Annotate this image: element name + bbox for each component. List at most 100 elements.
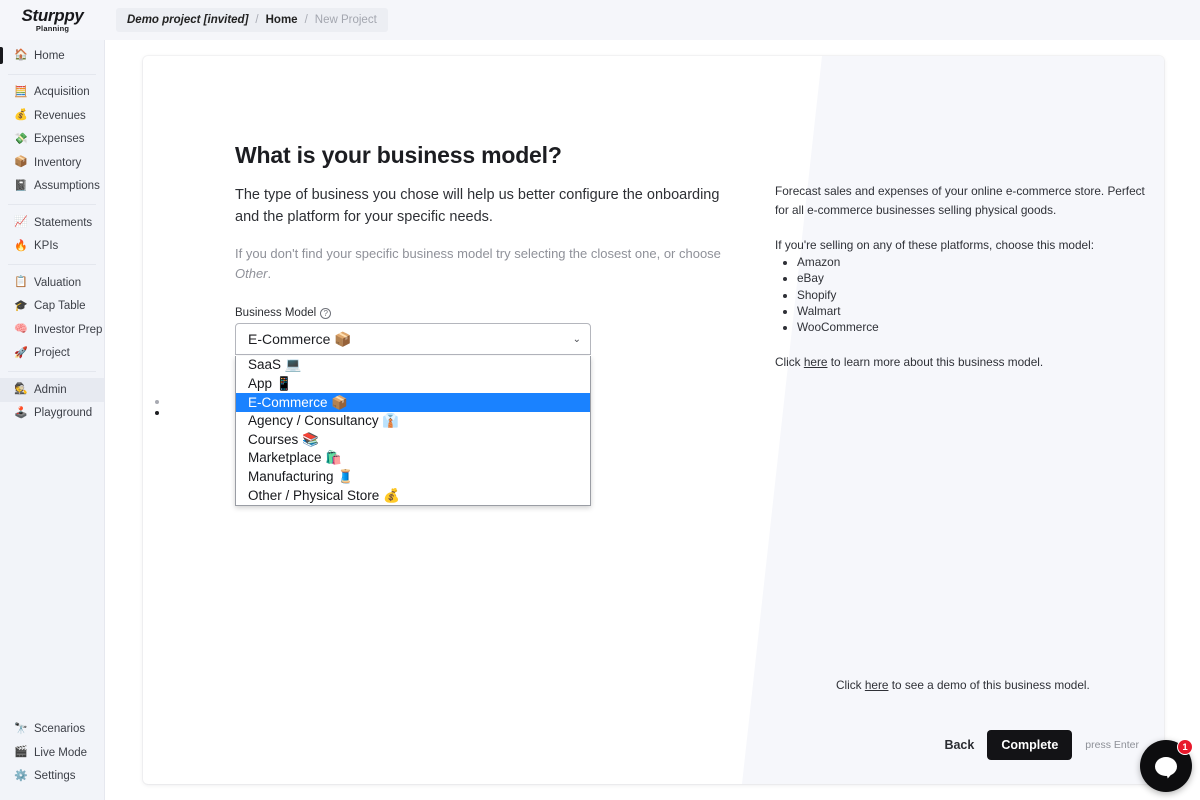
sidebar-item-label: Statements xyxy=(34,217,92,229)
sidebar-item-home[interactable]: 🏠 Home xyxy=(0,44,104,68)
demo-link[interactable]: here xyxy=(865,678,889,692)
sidebar-divider xyxy=(8,264,96,265)
step-dot-active[interactable] xyxy=(155,411,159,415)
sidebar-item-label: Cap Table xyxy=(34,300,86,312)
dropdown-option[interactable]: Other / Physical Store 💰 xyxy=(236,486,590,505)
clapper-board-icon: 🎬 xyxy=(14,747,27,758)
sidebar-group: 🏠 Home xyxy=(0,40,104,72)
help-icon[interactable]: ? xyxy=(320,308,331,319)
gear-icon: ⚙️ xyxy=(14,771,27,782)
brand-subtitle: Planning xyxy=(36,24,69,34)
graduation-cap-icon: 🎓 xyxy=(14,301,27,312)
top-bar: Sturppy Planning Demo project [invited] … xyxy=(0,0,1200,40)
sidebar-bottom-group: 🔭Scenarios 🎬 Live Mode ⚙️Settings xyxy=(0,718,105,789)
money-wings-icon: 💸 xyxy=(14,134,27,145)
sidebar-item-assumptions[interactable]: 📓Assumptions xyxy=(0,175,104,199)
sidebar-group: 📈 Statements 🔥 KPIs xyxy=(0,207,104,262)
sidebar-groups: 🏠 Home 🧮Acquisition💰Revenues 💸 Expenses 📦 Inve… xyxy=(0,40,104,429)
sidebar-item-label: Inventory xyxy=(34,157,81,169)
sidebar-item-label: Expenses xyxy=(34,133,85,145)
step-dot[interactable] xyxy=(155,400,159,404)
info-panel: Forecast sales and expenses of your onli… xyxy=(775,182,1147,369)
breadcrumb-home[interactable]: Home xyxy=(266,14,298,26)
platform-list-item: Shopify xyxy=(797,287,1147,303)
step-indicator[interactable] xyxy=(155,400,159,415)
business-model-label: Business Model ? xyxy=(235,307,735,319)
detective-icon: 🕵️ xyxy=(14,384,27,395)
sidebar-item-acquisition[interactable]: 🧮Acquisition xyxy=(0,81,104,105)
learn-more-link[interactable]: here xyxy=(804,355,828,369)
dropdown-option[interactable]: SaaS 💻 xyxy=(236,356,590,375)
dropdown-option[interactable]: Manufacturing 🧵 xyxy=(236,468,590,487)
dropdown-option[interactable]: App 📱 xyxy=(236,375,590,394)
page-hint-after: . xyxy=(268,266,272,281)
sidebar-item-label: Investor Prep xyxy=(34,324,102,336)
sidebar-item-live-mode[interactable]: 🎬 Live Mode xyxy=(0,741,105,765)
chat-widget-button[interactable]: 1 xyxy=(1140,740,1192,792)
app-root: Sturppy Planning Demo project [invited] … xyxy=(0,0,1200,800)
fire-icon: 🔥 xyxy=(14,241,27,252)
page-hint: If you don't find your specific business… xyxy=(235,244,727,286)
home-icon: 🏠 xyxy=(14,50,27,61)
page-hint-italic: Other xyxy=(235,266,268,281)
sidebar-item-revenues[interactable]: 💰Revenues xyxy=(0,104,104,128)
sidebar-item-kpis[interactable]: 🔥 KPIs xyxy=(0,235,104,259)
learn-more-suffix: to learn more about this business model. xyxy=(827,355,1043,369)
sidebar-group: 🕵️Admin🕹️Playground xyxy=(0,374,104,429)
breadcrumb-separator: / xyxy=(255,14,258,26)
dropdown-option[interactable]: Courses 📚 xyxy=(236,430,590,449)
sidebar-item-label: Acquisition xyxy=(34,86,90,98)
brain-icon: 🧠 xyxy=(14,324,27,335)
sidebar-item-investor-prep[interactable]: 🧠 Investor Prep xyxy=(0,318,104,342)
breadcrumb-project[interactable]: Demo project [invited] xyxy=(127,14,248,26)
info-panel-platform-list: AmazoneBayShopifyWalmartWooCommerce xyxy=(797,254,1147,334)
business-model-label-text: Business Model xyxy=(235,307,316,319)
info-panel-paragraph: Forecast sales and expenses of your onli… xyxy=(775,182,1147,220)
sidebar-item-label: Valuation xyxy=(34,277,81,289)
package-icon: 📦 xyxy=(14,157,27,168)
chevron-down-icon: ⌄ xyxy=(573,334,581,345)
sidebar-item-expenses[interactable]: 💸 Expenses xyxy=(0,128,104,152)
info-panel-background xyxy=(684,56,1164,784)
page-subtitle: The type of business you chose will help… xyxy=(235,185,725,229)
sidebar-item-label: KPIs xyxy=(34,240,58,252)
sidebar-item-admin[interactable]: 🕵️Admin xyxy=(0,378,104,402)
sidebar-item-valuation[interactable]: 📋 Valuation xyxy=(0,271,104,295)
whiteboard-icon: 📓 xyxy=(14,181,27,192)
complete-button[interactable]: Complete xyxy=(987,730,1072,760)
sidebar-item-settings[interactable]: ⚙️Settings xyxy=(0,765,105,789)
sidebar: 🏠 Home 🧮Acquisition💰Revenues 💸 Expenses 📦 Inve… xyxy=(0,40,105,800)
sidebar-divider xyxy=(8,371,96,372)
chart-increasing-icon: 📈 xyxy=(14,217,27,228)
demo-suffix: to see a demo of this business model. xyxy=(888,678,1089,692)
sidebar-item-inventory[interactable]: 📦 Inventory xyxy=(0,151,104,175)
sidebar-divider xyxy=(8,74,96,75)
sidebar-divider xyxy=(8,204,96,205)
chat-unread-badge: 1 xyxy=(1177,739,1193,755)
business-model-dropdown-list[interactable]: SaaS 💻App 📱E-Commerce 📦Agency / Consulta… xyxy=(235,356,591,506)
back-button[interactable]: Back xyxy=(944,738,974,752)
info-panel-platforms-lead: If you're selling on any of these platfo… xyxy=(775,238,1147,252)
sidebar-item-label: Playground xyxy=(34,407,92,419)
dropdown-option[interactable]: Agency / Consultancy 👔 xyxy=(236,412,590,431)
brand-logo[interactable]: Sturppy Planning xyxy=(0,0,105,40)
clipboard-icon: 📋 xyxy=(14,277,27,288)
page-hint-before: If you don't find your specific business… xyxy=(235,246,721,261)
sidebar-item-label: Home xyxy=(34,50,65,62)
sidebar-item-playground[interactable]: 🕹️Playground xyxy=(0,402,104,426)
sidebar-item-statements[interactable]: 📈 Statements xyxy=(0,211,104,235)
dropdown-option[interactable]: Marketplace 🛍️ xyxy=(236,449,590,468)
onboarding-card: What is your business model? The type of… xyxy=(143,56,1164,784)
dropdown-option-selected[interactable]: E-Commerce 📦 xyxy=(236,393,590,412)
business-model-select[interactable]: E-Commerce 📦 ⌄ xyxy=(235,323,591,355)
sidebar-item-project[interactable]: 🚀Project xyxy=(0,342,104,366)
question-pane: What is your business model? The type of… xyxy=(235,142,735,355)
binoculars-icon: 🔭 xyxy=(14,724,27,735)
platform-list-item: Amazon xyxy=(797,254,1147,270)
sidebar-item-label: Live Mode xyxy=(34,747,87,759)
sidebar-item-scenarios[interactable]: 🔭Scenarios xyxy=(0,718,105,742)
sidebar-item-cap-table[interactable]: 🎓 Cap Table xyxy=(0,295,104,319)
demo-line: Click here to see a demo of this busines… xyxy=(836,678,1090,692)
demo-prefix: Click xyxy=(836,678,865,692)
platform-list-item: Walmart xyxy=(797,303,1147,319)
